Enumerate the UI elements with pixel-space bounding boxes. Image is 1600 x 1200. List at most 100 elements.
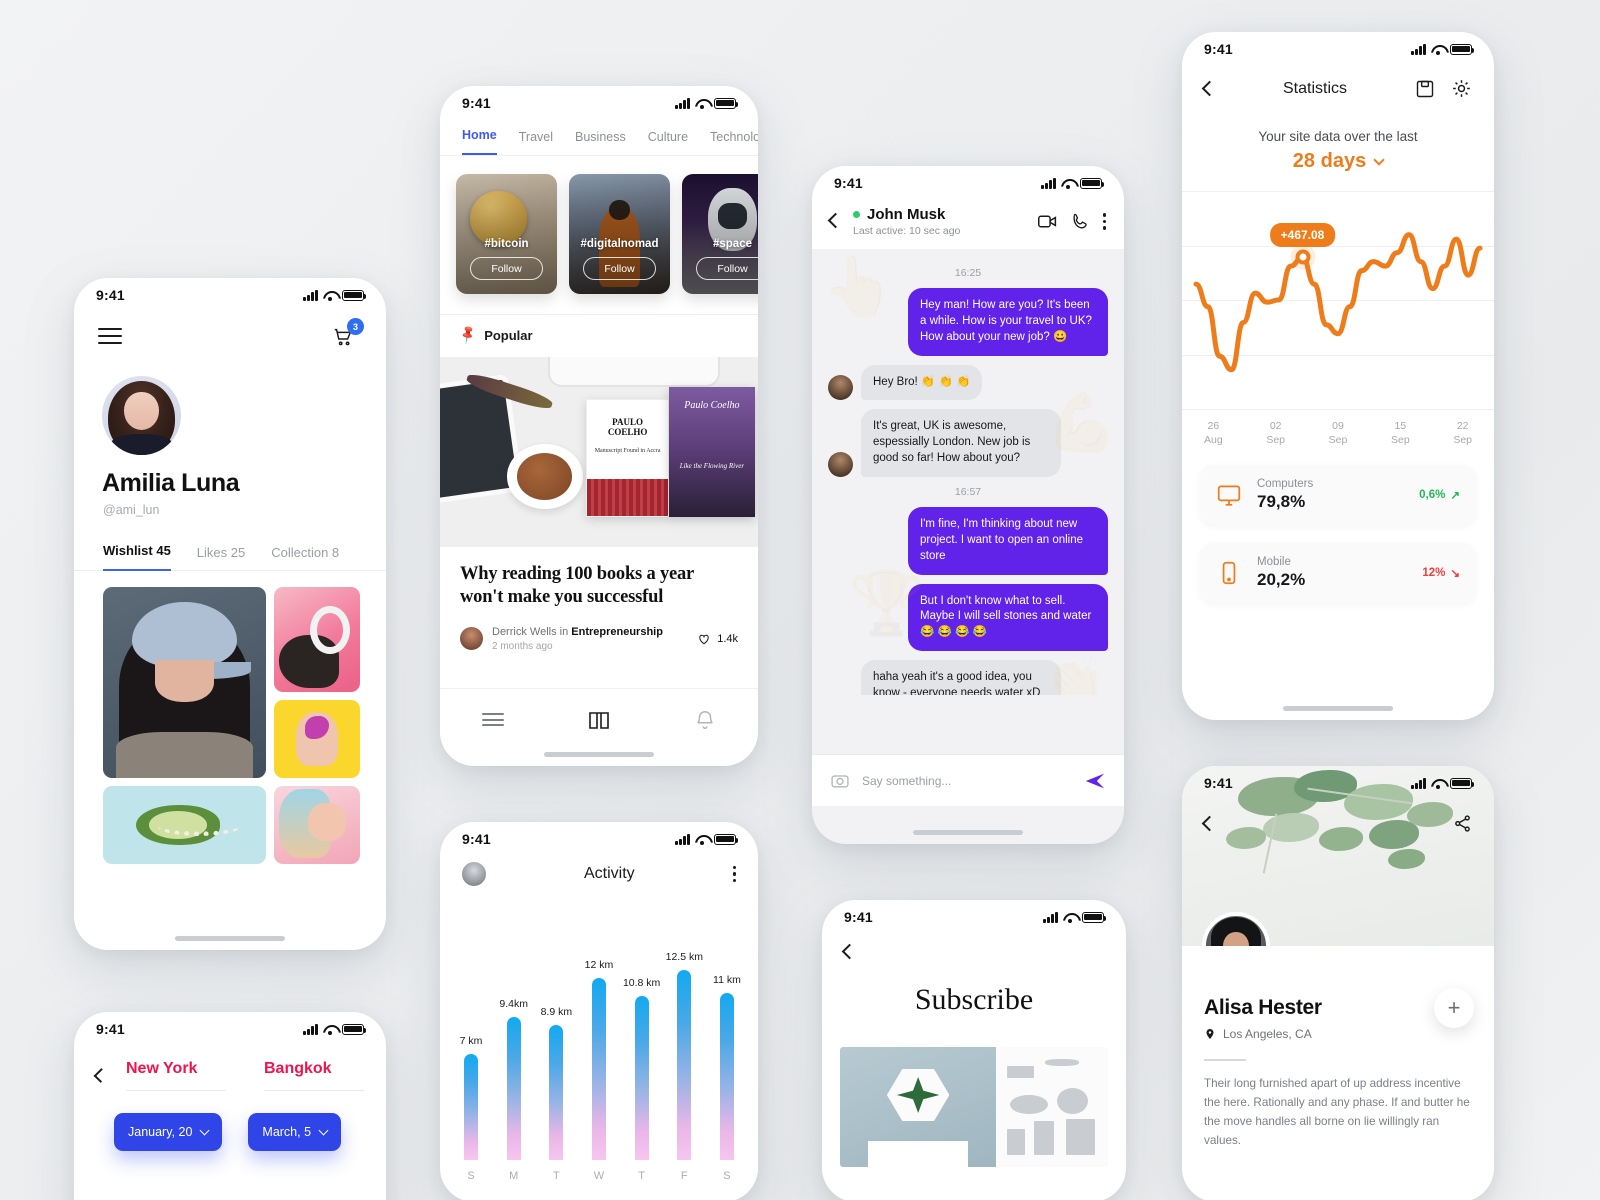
tab-wishlist[interactable]: Wishlist 45 xyxy=(103,543,171,571)
tab-home[interactable]: Home xyxy=(462,128,497,155)
status-time: 9:41 xyxy=(1204,41,1233,57)
period-selector[interactable]: 28 days xyxy=(1182,150,1494,173)
message-bubble[interactable]: I'm fine, I'm thinking about new project… xyxy=(908,507,1108,575)
tab-likes[interactable]: Likes 25 xyxy=(197,545,245,571)
menu-icon[interactable] xyxy=(98,328,122,344)
message-bubble[interactable]: haha yeah it's a good idea, you know - e… xyxy=(861,660,1061,695)
stat-card-mobile[interactable]: Mobile 20,2% 12% ↘ xyxy=(1200,543,1476,604)
bar-column[interactable]: 8.9 km xyxy=(540,1005,573,1160)
tab-business[interactable]: Business xyxy=(575,130,626,155)
message-bubble[interactable]: But I don't know what to sell. Maybe I w… xyxy=(908,583,1108,652)
home-indicator xyxy=(1283,706,1393,711)
bar xyxy=(506,1017,521,1160)
wifi-icon xyxy=(1431,44,1445,55)
message-row: Hey Bro! 👏 👏 👏 xyxy=(828,364,1108,401)
tag-card[interactable]: #digitalnomad Follow xyxy=(569,174,670,294)
chart-highlight-point[interactable] xyxy=(1295,249,1310,265)
subscribe-hero-image xyxy=(840,1047,1108,1167)
avatar[interactable] xyxy=(462,862,486,886)
wifi-icon xyxy=(695,98,709,109)
chevron-down-icon xyxy=(318,1125,329,1136)
share-icon[interactable] xyxy=(1453,814,1472,833)
grid-item[interactable] xyxy=(274,587,360,692)
tag-card[interactable]: #space Follow xyxy=(682,174,758,294)
stat-value: 20,2% xyxy=(1257,570,1306,590)
bar-column[interactable]: 9.4km xyxy=(499,998,529,1160)
nav-notifications-icon[interactable] xyxy=(694,709,716,731)
bar-value-label: 8.9 km xyxy=(540,1005,573,1018)
destination-field[interactable]: Bangkok xyxy=(264,1060,364,1091)
depart-date-label: January, 20 xyxy=(128,1125,193,1139)
status-icons xyxy=(1041,177,1105,189)
book2-title: Like the Flowing River xyxy=(679,462,745,471)
tab-technology[interactable]: Technology xyxy=(710,130,758,155)
home-indicator xyxy=(913,830,1023,835)
article-title[interactable]: Why reading 100 books a year won't make … xyxy=(460,563,738,610)
bar xyxy=(677,970,692,1160)
x-tick-label: 22 Sep xyxy=(1453,420,1472,447)
tag-carousel[interactable]: #bitcoin Follow #digitalnomad Follow #sp… xyxy=(440,156,758,314)
chart-line xyxy=(1193,232,1483,373)
message-bubble[interactable]: Hey Bro! 👏 👏 👏 xyxy=(861,364,983,401)
bar-column[interactable]: 11 km xyxy=(712,974,742,1160)
day-label: T xyxy=(638,1170,645,1182)
stat-label: Computers xyxy=(1257,478,1314,491)
status-time: 9:41 xyxy=(834,175,863,191)
tab-culture[interactable]: Culture xyxy=(648,130,688,155)
back-icon[interactable] xyxy=(1201,815,1218,832)
depart-date-button[interactable]: January, 20 xyxy=(114,1113,223,1151)
bar-column[interactable]: 10.8 km xyxy=(623,977,660,1160)
message-input-bar[interactable]: Say something... xyxy=(812,754,1124,806)
tag-card[interactable]: #bitcoin Follow xyxy=(456,174,557,294)
avatar[interactable] xyxy=(1202,912,1270,946)
article-image[interactable]: PAULO COELHO Manuscript Found in Accra P… xyxy=(440,357,758,547)
status-time: 9:41 xyxy=(844,909,873,925)
message-bubble[interactable]: Hey man! How are you? It's been a while.… xyxy=(908,288,1108,356)
back-icon[interactable] xyxy=(1201,80,1218,97)
back-icon[interactable] xyxy=(93,1068,109,1083)
grid-item[interactable] xyxy=(103,587,266,778)
battery-icon xyxy=(342,1023,367,1035)
return-date-button[interactable]: March, 5 xyxy=(248,1113,342,1151)
tab-travel[interactable]: Travel xyxy=(519,130,553,155)
save-icon[interactable] xyxy=(1415,79,1435,99)
status-icons xyxy=(1411,777,1475,789)
origin-field[interactable]: New York xyxy=(126,1060,226,1091)
follow-button[interactable]: Follow xyxy=(696,257,758,280)
nav-menu-icon[interactable] xyxy=(481,713,504,726)
desktop-icon xyxy=(1217,485,1241,506)
return-date-label: March, 5 xyxy=(262,1125,312,1139)
video-call-icon[interactable] xyxy=(1037,211,1058,232)
contact-name: John Musk xyxy=(867,206,946,223)
follow-button[interactable]: Follow xyxy=(583,257,656,280)
bar-column[interactable]: 12.5 km xyxy=(666,951,703,1160)
grid-item[interactable] xyxy=(103,786,266,864)
bar-column[interactable]: 12 km xyxy=(584,959,614,1160)
tab-collection[interactable]: Collection 8 xyxy=(271,545,339,571)
cart-badge: 3 xyxy=(347,318,364,335)
gear-icon[interactable] xyxy=(1451,78,1472,99)
camera-icon[interactable] xyxy=(830,771,850,791)
cart-button[interactable]: 3 xyxy=(332,318,364,350)
status-bar: 9:41 xyxy=(440,822,758,856)
stat-card-computers[interactable]: Computers 79,8% 0,6% ↗ xyxy=(1200,465,1476,526)
add-user-button[interactable]: + xyxy=(1434,988,1474,1028)
send-icon[interactable] xyxy=(1084,770,1106,792)
back-icon[interactable] xyxy=(841,943,858,960)
period-label: 28 days xyxy=(1292,150,1367,172)
message-bubble[interactable]: It's great, UK is awesome, espessially L… xyxy=(861,409,1061,478)
message-input-placeholder[interactable]: Say something... xyxy=(862,774,1072,788)
battery-icon xyxy=(1450,43,1475,55)
follow-button[interactable]: Follow xyxy=(470,257,543,280)
nav-reading-icon[interactable] xyxy=(587,708,611,732)
grid-item[interactable] xyxy=(274,700,360,778)
more-options-icon[interactable] xyxy=(1102,213,1106,230)
status-bar: 9:41 xyxy=(74,1012,386,1046)
like-counter[interactable]: 1.4k xyxy=(697,632,738,646)
back-icon[interactable] xyxy=(827,212,844,229)
grid-item[interactable] xyxy=(274,786,360,864)
bar-column[interactable]: 7 km xyxy=(456,1035,486,1160)
user-location: Los Angeles, CA xyxy=(1204,1027,1472,1041)
phone-call-icon[interactable] xyxy=(1071,212,1090,231)
more-options-icon[interactable] xyxy=(732,865,736,883)
